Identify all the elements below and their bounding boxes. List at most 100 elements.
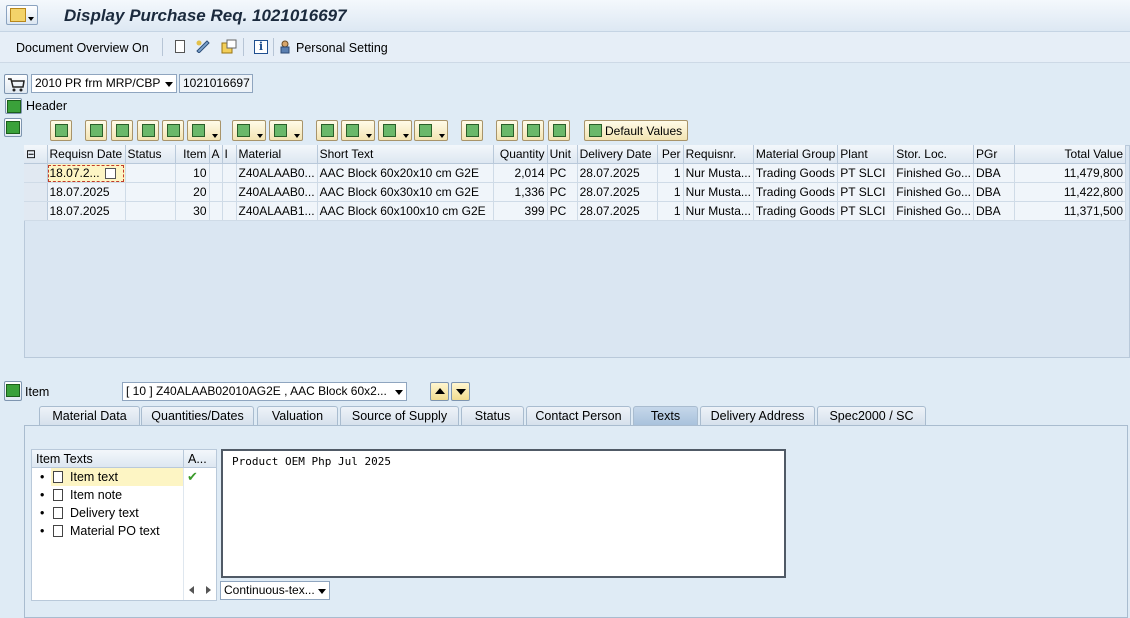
- tree-item[interactable]: • Material PO text: [32, 522, 216, 540]
- sort-descending-button[interactable]: [111, 120, 133, 141]
- table-cell[interactable]: 18.07.2025: [47, 182, 126, 202]
- scroll-right-icon[interactable]: [206, 586, 211, 594]
- settings-button[interactable]: [522, 120, 544, 141]
- column-header[interactable]: Requisnr.: [683, 145, 754, 164]
- table-cell[interactable]: DBA: [973, 201, 1015, 221]
- column-header[interactable]: Delivery Date: [577, 145, 658, 164]
- column-header[interactable]: I: [222, 145, 237, 164]
- table-cell[interactable]: [222, 163, 237, 183]
- tree-header[interactable]: Item Texts: [32, 450, 183, 468]
- table-cell[interactable]: 28.07.2025: [577, 163, 658, 183]
- item-collapse-button[interactable]: [4, 381, 22, 401]
- scroll-left-icon[interactable]: [189, 586, 194, 594]
- tree-item[interactable]: • Delivery text: [32, 504, 216, 522]
- tree-header-col2[interactable]: A...: [183, 450, 216, 468]
- personal-setting-icon[interactable]: [279, 40, 294, 54]
- column-header[interactable]: Total Value: [1014, 145, 1126, 164]
- text-editor[interactable]: Product OEM Php Jul 2025: [221, 449, 786, 578]
- table-cell[interactable]: 28.07.2025: [577, 201, 658, 221]
- table-cell[interactable]: 11,371,500: [1014, 201, 1126, 221]
- table-cell[interactable]: 2,014: [493, 163, 548, 183]
- table-cell[interactable]: Nur Musta...: [683, 182, 754, 202]
- sort-ascending-button[interactable]: [85, 120, 107, 141]
- copy-button[interactable]: [496, 120, 518, 141]
- column-header[interactable]: Plant: [837, 145, 895, 164]
- table-cell[interactable]: 11,422,800: [1014, 182, 1126, 202]
- row-selector[interactable]: [24, 163, 48, 183]
- table-cell[interactable]: AAC Block 60x20x10 cm G2E: [317, 163, 494, 183]
- table-cell[interactable]: Z40ALAAB0...: [236, 163, 318, 183]
- table-cell[interactable]: PC: [547, 163, 578, 183]
- tree-item[interactable]: • Item text ✔: [32, 468, 216, 486]
- table-cell[interactable]: Finished Go...: [893, 163, 974, 183]
- table-cell[interactable]: [125, 182, 176, 202]
- views-button[interactable]: [341, 120, 375, 141]
- row-selector[interactable]: [24, 201, 48, 221]
- table-cell[interactable]: Nur Musta...: [683, 201, 754, 221]
- column-header[interactable]: Unit: [547, 145, 578, 164]
- header-expand-button[interactable]: [5, 98, 22, 114]
- table-cell[interactable]: Nur Musta...: [683, 163, 754, 183]
- total-button[interactable]: [232, 120, 266, 141]
- column-header[interactable]: Stor. Loc.: [893, 145, 974, 164]
- column-header[interactable]: Item: [175, 145, 210, 164]
- table-cell[interactable]: 399: [493, 201, 548, 221]
- table-cell[interactable]: 1,336: [493, 182, 548, 202]
- table-cell[interactable]: AAC Block 60x100x10 cm G2E: [317, 201, 494, 221]
- tab-quantities-dates[interactable]: Quantities/Dates: [141, 406, 254, 425]
- table-cell[interactable]: [222, 201, 237, 221]
- new-document-icon[interactable]: [175, 40, 185, 53]
- previous-item-button[interactable]: [430, 382, 449, 401]
- table-cell[interactable]: 20: [175, 182, 210, 202]
- default-values-button[interactable]: Default Values: [584, 120, 688, 141]
- row-selector[interactable]: [24, 182, 48, 202]
- table-cell[interactable]: PT SLCI: [837, 182, 895, 202]
- other-document-icon[interactable]: [221, 39, 237, 54]
- table-cell[interactable]: [209, 201, 223, 221]
- table-cell[interactable]: [222, 182, 237, 202]
- table-row[interactable]: 18.07.2... 10 Z40ALAAB0... AAC Block 60x20x…: [24, 163, 1126, 183]
- tree-item[interactable]: • Item note: [32, 486, 216, 504]
- table-cell[interactable]: DBA: [973, 182, 1015, 202]
- system-menu-button[interactable]: [6, 5, 38, 25]
- layout-button[interactable]: [414, 120, 448, 141]
- tab-delivery-address[interactable]: Delivery Address: [700, 406, 815, 425]
- tab-source-of-supply[interactable]: Source of Supply: [340, 406, 459, 425]
- column-header[interactable]: PGr: [973, 145, 1015, 164]
- table-cell[interactable]: 10: [175, 163, 210, 183]
- tab-status[interactable]: Status: [461, 406, 524, 425]
- tab-contact-person[interactable]: Contact Person: [526, 406, 631, 425]
- display-change-icon[interactable]: [195, 39, 211, 54]
- print-button[interactable]: [316, 120, 338, 141]
- column-header[interactable]: Status: [125, 145, 176, 164]
- column-header[interactable]: Material: [236, 145, 318, 164]
- item-select[interactable]: [ 10 ] Z40ALAAB02010AG2E , AAC Block 60x…: [122, 382, 407, 401]
- table-cell[interactable]: PC: [547, 201, 578, 221]
- table-cell[interactable]: Finished Go...: [893, 182, 974, 202]
- table-cell[interactable]: Trading Goods: [753, 163, 839, 183]
- subtotal-button[interactable]: [269, 120, 303, 141]
- column-header[interactable]: Per: [657, 145, 684, 164]
- export-button[interactable]: [378, 120, 412, 141]
- select-all-header[interactable]: ⊟: [24, 145, 48, 164]
- value-help-icon[interactable]: [104, 168, 116, 180]
- column-header[interactable]: Material Group: [753, 145, 839, 164]
- tab-spec2000-sc[interactable]: Spec2000 / SC: [817, 406, 926, 425]
- tab-valuation[interactable]: Valuation: [257, 406, 338, 425]
- items-collapse-button[interactable]: [4, 118, 22, 137]
- document-overview-button[interactable]: Document Overview On: [16, 41, 149, 55]
- table-cell[interactable]: 30: [175, 201, 210, 221]
- table-cell[interactable]: 11,479,800: [1014, 163, 1126, 183]
- info-icon[interactable]: i: [254, 40, 268, 54]
- table-cell[interactable]: Finished Go...: [893, 201, 974, 221]
- table-cell[interactable]: [209, 182, 223, 202]
- table-cell[interactable]: 18.07.2...: [47, 163, 126, 183]
- column-header[interactable]: Requisn Date: [47, 145, 126, 164]
- table-cell[interactable]: 1: [657, 182, 684, 202]
- tab-texts[interactable]: Texts: [633, 406, 698, 425]
- table-cell[interactable]: PC: [547, 182, 578, 202]
- table-cell[interactable]: 1: [657, 163, 684, 183]
- personal-setting-button[interactable]: Personal Setting: [296, 41, 388, 55]
- table-cell[interactable]: Trading Goods: [753, 201, 839, 221]
- table-cell[interactable]: PT SLCI: [837, 201, 895, 221]
